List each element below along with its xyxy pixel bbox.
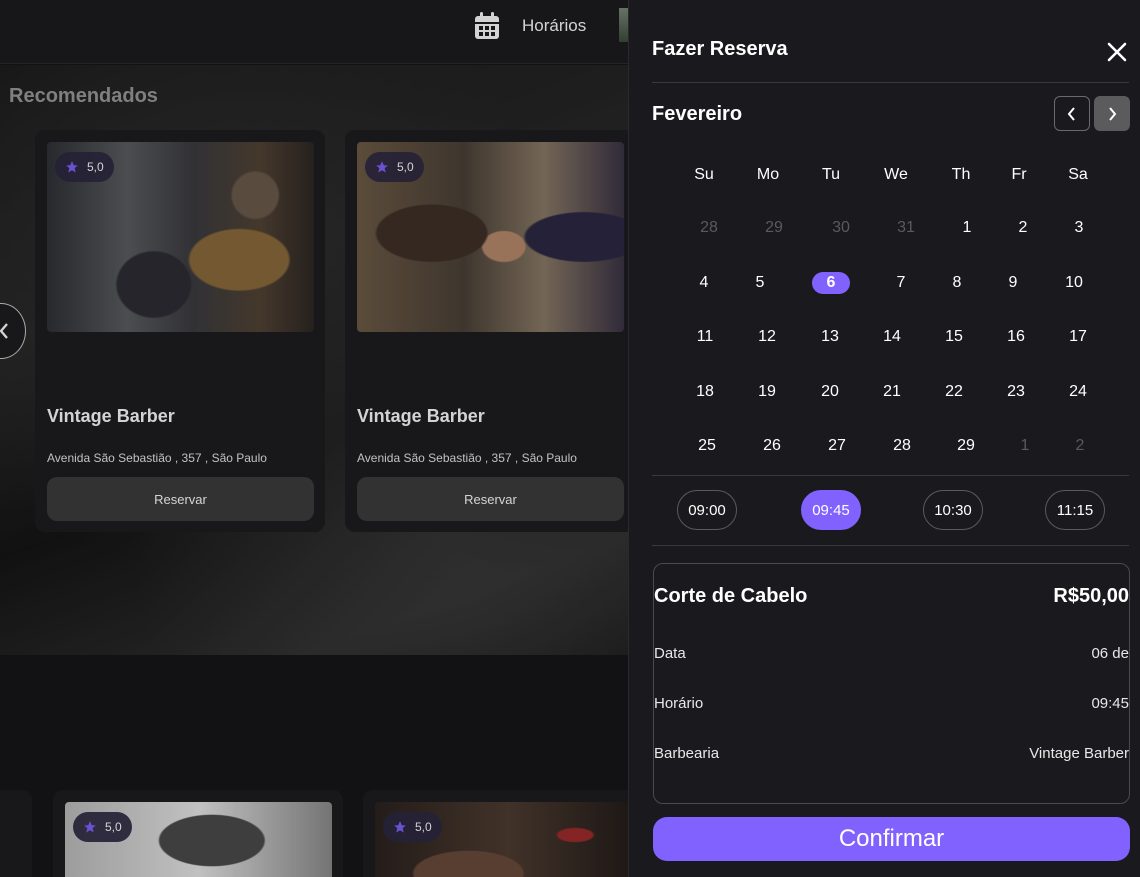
service-price: R$50,00	[1053, 585, 1129, 607]
calendar-day[interactable]: 19	[748, 381, 786, 403]
booking-sheet: Fazer Reserva Fevereiro Su Mo Tu We Th F…	[628, 0, 1140, 877]
calendar-day[interactable]: 9	[994, 272, 1032, 294]
calendar-day[interactable]: 5	[741, 272, 779, 294]
weekday-label: Sa	[1068, 166, 1088, 183]
calendar-day[interactable]: 10	[1055, 272, 1093, 294]
calendar-day[interactable]: 11	[686, 326, 724, 348]
barbershop-value: Vintage Barber	[1029, 745, 1129, 762]
weekday-label: We	[884, 166, 908, 183]
calendar-day[interactable]: 21	[873, 381, 911, 403]
divider	[652, 545, 1129, 546]
booking-summary: Corte de Cabelo R$50,00 Data 06 de Horár…	[653, 563, 1130, 804]
chevron-left-icon	[1067, 106, 1075, 121]
weekday-label: Tu	[821, 166, 841, 183]
calendar-day[interactable]: 22	[935, 381, 973, 403]
time-slot[interactable]: 11:15	[1045, 490, 1105, 530]
calendar-day[interactable]: 7	[882, 272, 920, 294]
calendar-day[interactable]: 15	[935, 326, 973, 348]
time-slot[interactable]: 09:00	[677, 490, 737, 530]
calendar-day[interactable]: 12	[748, 326, 786, 348]
sheet-overlay[interactable]	[0, 0, 628, 877]
calendar-day[interactable]: 1	[948, 217, 986, 239]
calendar-day[interactable]: 8	[938, 272, 976, 294]
calendar-day[interactable]: 13	[811, 326, 849, 348]
time-label: Horário	[654, 695, 704, 712]
calendar-day[interactable]: 26	[753, 435, 791, 457]
calendar-day-outside: 30	[832, 219, 850, 236]
calendar-day[interactable]: 23	[997, 381, 1035, 403]
calendar-day-outside: 1	[1020, 437, 1030, 454]
divider	[652, 82, 1129, 83]
calendar-day[interactable]: 20	[811, 381, 849, 403]
calendar-day-selected[interactable]: 6	[812, 272, 850, 294]
weekday-label: Mo	[756, 166, 780, 183]
calendar-day-outside: 28	[700, 219, 718, 236]
weekday-label: Th	[951, 166, 971, 183]
calendar-day[interactable]: 17	[1059, 326, 1097, 348]
date-label: Data	[654, 645, 686, 662]
service-name: Corte de Cabelo	[654, 585, 808, 607]
calendar-day[interactable]: 25	[688, 435, 726, 457]
time-slot-selected[interactable]: 09:45	[801, 490, 861, 530]
time-slot[interactable]: 10:30	[923, 490, 983, 530]
calendar-day[interactable]: 28	[883, 435, 921, 457]
calendar-day-outside: 29	[765, 219, 783, 236]
month-label: Fevereiro	[652, 103, 743, 125]
divider	[652, 475, 1129, 476]
confirm-button[interactable]: Confirmar	[653, 817, 1130, 861]
date-value: 06 de	[1091, 645, 1129, 662]
calendar-day[interactable]: 3	[1060, 217, 1098, 239]
page: Horários Recomendados 5,0 Vintage Barber…	[0, 0, 1140, 877]
calendar-day[interactable]: 16	[997, 326, 1035, 348]
calendar-day[interactable]: 4	[685, 272, 723, 294]
sheet-title: Fazer Reserva	[652, 38, 788, 60]
weekday-label: Fr	[1011, 166, 1027, 183]
calendar-day[interactable]: 24	[1059, 381, 1097, 403]
calendar-day[interactable]: 29	[947, 435, 985, 457]
close-button[interactable]	[1105, 40, 1129, 64]
close-icon	[1107, 42, 1127, 62]
calendar-day[interactable]: 2	[1004, 217, 1042, 239]
weekday-label: Su	[694, 166, 714, 183]
next-month-button[interactable]	[1094, 96, 1130, 131]
calendar-day[interactable]: 27	[818, 435, 856, 457]
calendar-day-outside: 31	[897, 219, 915, 236]
chevron-right-icon	[1109, 106, 1117, 121]
barbershop-label: Barbearia	[654, 745, 720, 762]
calendar-day[interactable]: 14	[873, 326, 911, 348]
calendar-day-outside: 2	[1075, 437, 1085, 454]
time-value: 09:45	[1091, 695, 1129, 712]
calendar-day[interactable]: 18	[686, 381, 724, 403]
prev-month-button[interactable]	[1054, 96, 1090, 131]
